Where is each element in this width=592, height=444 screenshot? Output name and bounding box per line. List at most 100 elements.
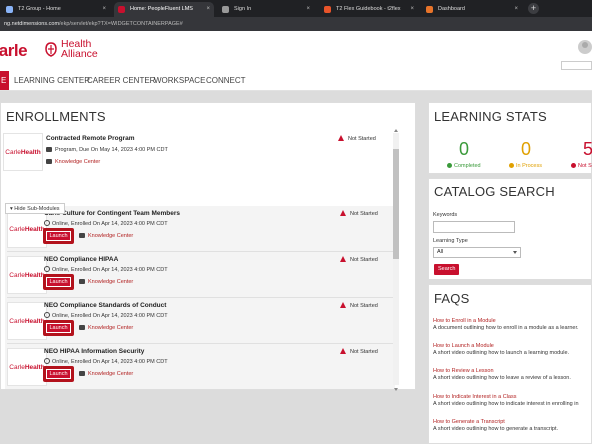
program-title[interactable]: Contracted Remote Program (46, 135, 135, 142)
faqs-panel: FAQS How to Enroll in a Module A documen… (428, 284, 592, 444)
nav-item-home[interactable]: E (0, 71, 9, 90)
learning-stats-panel: LEARNING STATS 0 Completed 0 In Process … (428, 102, 592, 174)
sub-modules-area: CarleHealth Carle Culture for Contingent… (5, 206, 395, 389)
browser-tab[interactable]: Dashboard × (422, 2, 522, 17)
faq-link[interactable]: How to Launch a Module (433, 343, 494, 349)
module-thumbnail: CarleHealth (7, 302, 47, 340)
module-thumbnail: CarleHealth (7, 256, 47, 294)
enrollments-panel: ENROLLMENTS CarleHealth Contracted Remot… (0, 102, 416, 391)
faq-link[interactable]: How to Generate a Transcript (433, 419, 505, 425)
launch-button[interactable]: Launch (43, 274, 74, 290)
tab-close-icon[interactable]: × (206, 2, 210, 17)
module-knowledge-center-link[interactable]: Knowledge Center (79, 371, 133, 377)
knowledge-center-icon (79, 325, 85, 330)
browser-tab[interactable]: Sign In × (218, 2, 314, 17)
module-status: Not Started (340, 302, 378, 309)
warning-icon (340, 302, 346, 308)
nav-item-workspace[interactable]: WORKSPACE (154, 71, 205, 90)
launch-button[interactable]: Launch (43, 366, 74, 382)
program-knowledge-center-link[interactable]: Knowledge Center (46, 159, 100, 165)
module-knowledge-center-link[interactable]: Knowledge Center (79, 279, 133, 285)
module-title[interactable]: NEO Compliance Standards of Conduct (44, 302, 166, 309)
scroll-down-icon[interactable] (394, 388, 398, 391)
browser-tab[interactable]: T2 Group - Home × (2, 2, 110, 17)
module-status: Not Started (340, 348, 378, 355)
module-title[interactable]: NEO HIPAA Information Security (44, 348, 144, 355)
user-avatar[interactable] (578, 40, 592, 54)
scroll-thumb[interactable] (393, 149, 399, 259)
nav-item-connect[interactable]: CONNECT (206, 71, 246, 90)
faq-link[interactable]: How to Indicate Interest in a Class (433, 394, 516, 400)
stat-in-process-label: In Process (509, 163, 542, 169)
tab-close-icon[interactable]: × (514, 2, 518, 17)
address-bar[interactable]: ng.netdimensions.com/ekp/servlet/ekp?TX=… (0, 17, 592, 31)
list-item: CarleHealth NEO Compliance HIPAA Online,… (7, 252, 395, 298)
knowledge-center-icon (79, 371, 85, 376)
keywords-input[interactable] (433, 221, 515, 233)
list-item: CarleHealth NEO HIPAA Information Securi… (7, 344, 395, 389)
stat-not-started-value[interactable]: 5 (583, 139, 592, 160)
warning-icon (340, 348, 346, 354)
learning-type-label: Learning Type (433, 238, 468, 244)
online-icon (44, 358, 50, 364)
faq-link[interactable]: How to Enroll in a Module (433, 318, 496, 324)
module-thumbnail: CarleHealth (7, 348, 47, 386)
tab-close-icon[interactable]: × (102, 2, 106, 17)
tab-close-icon[interactable]: × (410, 2, 414, 17)
carle-logo[interactable]: Carle (0, 41, 28, 61)
faq-description: A short video outlining how to generate … (433, 426, 559, 432)
faq-link[interactable]: How to Review a Lesson (433, 368, 494, 374)
module-thumbnail: CarleHealth (7, 210, 47, 248)
launch-button[interactable]: Launch (43, 320, 74, 336)
module-knowledge-center-link[interactable]: Knowledge Center (79, 325, 133, 331)
online-icon (44, 312, 50, 318)
enrollments-list: CarleHealth Contracted Remote Program Pr… (3, 127, 399, 389)
tab-favicon-icon (222, 6, 229, 13)
enrollments-scrollbar[interactable] (393, 129, 399, 391)
faq-description: A document outlining how to enroll in a … (433, 325, 579, 331)
faq-description: A short video outlining how to indicate … (433, 401, 579, 407)
tab-favicon-icon (118, 6, 125, 13)
new-tab-button[interactable]: + (528, 3, 539, 14)
browser-tab-active[interactable]: Home: PeopleFluent LMS × (114, 2, 214, 17)
faq-description: A short video outlining how to launch a … (433, 350, 570, 356)
tab-favicon-icon (426, 6, 433, 13)
warning-icon (340, 210, 346, 216)
tab-title: Home: PeopleFluent LMS (130, 6, 193, 12)
url-text[interactable]: ng.netdimensions.com/ekp/servlet/ekp?TX=… (4, 19, 183, 29)
warning-icon (338, 135, 344, 141)
module-title[interactable]: NEO Compliance HIPAA (44, 256, 118, 263)
scroll-up-icon[interactable] (394, 129, 398, 132)
module-status: Not Started (340, 256, 378, 263)
tab-close-icon[interactable]: × (306, 2, 310, 17)
module-knowledge-center-link[interactable]: Knowledge Center (79, 233, 133, 239)
module-detail: Online, Enrolled On Apr 14, 2023 4:00 PM… (44, 312, 168, 319)
health-alliance-logo-text: Health Alliance (61, 38, 98, 60)
catalog-search-title: CATALOG SEARCH (434, 184, 555, 199)
nav-item-learning-center[interactable]: LEARNING CENTER (14, 71, 90, 90)
program-thumbnail: CarleHealth (3, 133, 43, 171)
nav-item-career-center[interactable]: CAREER CENTER (87, 71, 155, 90)
faqs-title: FAQS (434, 291, 470, 306)
list-item: CarleHealth Carle Culture for Contingent… (7, 206, 395, 252)
program-icon (46, 147, 52, 152)
header-search-input[interactable] (561, 61, 592, 70)
tab-title: T2 Group - Home (18, 6, 61, 12)
launch-button[interactable]: Launch (43, 228, 74, 244)
search-button[interactable]: Search (434, 264, 460, 275)
faq-description: A short video outlining how to leave a r… (433, 375, 571, 381)
stat-in-process-value[interactable]: 0 (521, 139, 531, 160)
main-nav: E LEARNING CENTER CAREER CENTER WORKSPAC… (0, 71, 592, 91)
knowledge-center-icon (46, 159, 52, 164)
program-detail: Program, Due On May 14, 2023 4:00 PM CDT (46, 147, 168, 153)
online-icon (44, 220, 50, 226)
browser-tab[interactable]: T2 Flex Guidebook - t2flex × (320, 2, 418, 17)
keywords-label: Keywords (433, 212, 458, 218)
url-host: ng.netdimensions.com (4, 21, 60, 27)
module-detail: Online, Enrolled On Apr 14, 2023 4:00 PM… (44, 358, 168, 365)
stat-completed-value[interactable]: 0 (459, 139, 469, 160)
learning-type-select[interactable]: All (433, 247, 521, 258)
check-icon (447, 163, 452, 168)
hide-sub-modules-button[interactable]: ▾ Hide Sub-Modules (5, 203, 65, 214)
url-path: /ekp/servlet/ekp?TX=WIDGETCONTAINERPAGE# (59, 21, 183, 27)
